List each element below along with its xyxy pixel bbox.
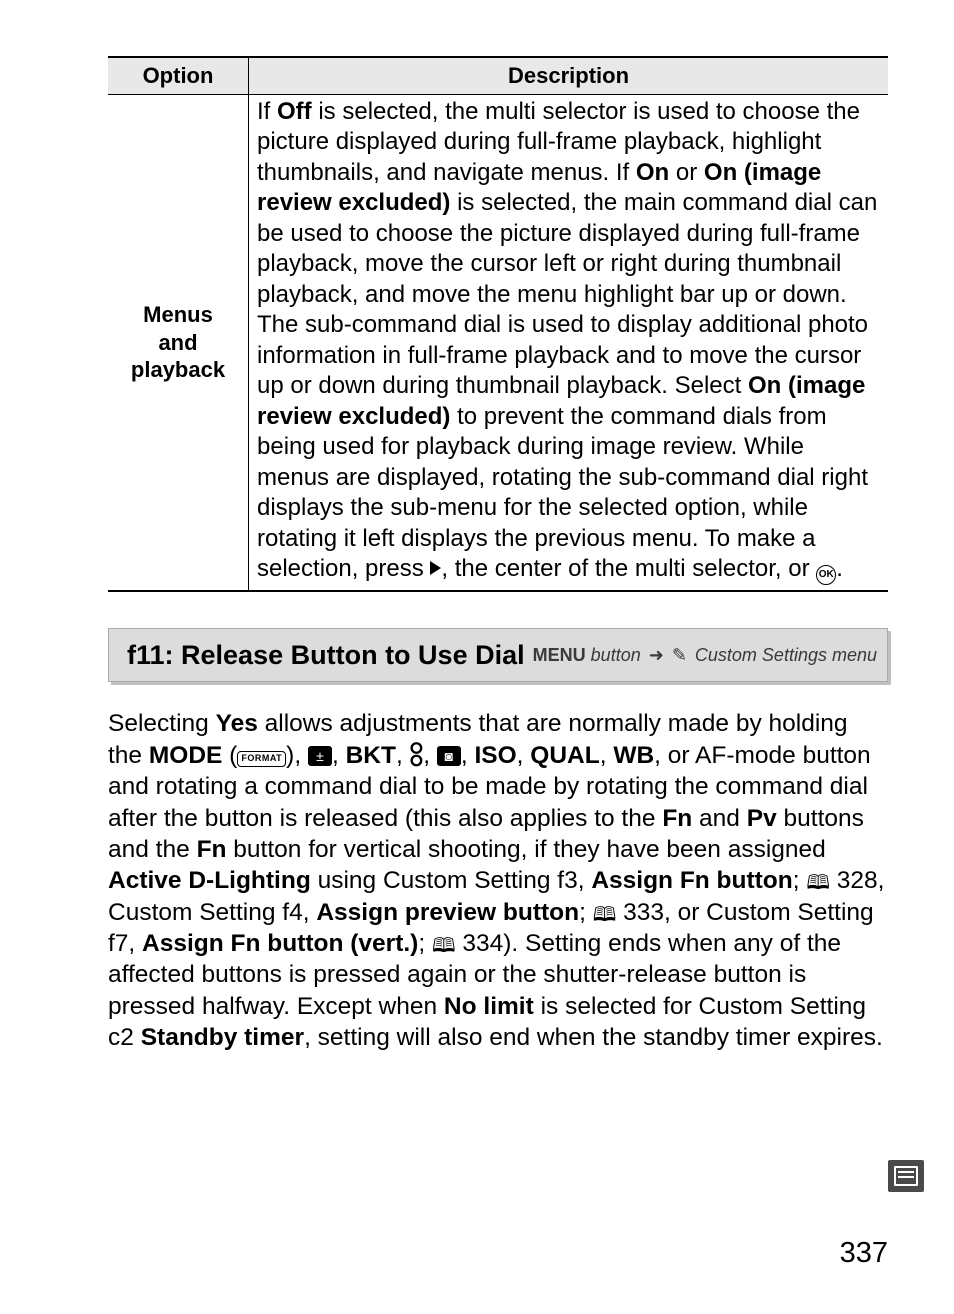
custom-settings-tab-icon (888, 1160, 924, 1192)
book-icon: 🕮 (806, 871, 830, 897)
iso-label: ISO (474, 742, 516, 769)
fn-label: Fn (662, 805, 692, 832)
comma: , (517, 742, 531, 769)
option-cell: Menus and playback (108, 94, 249, 591)
section-header-bar: f11: Release Button to Use Dial MENU but… (108, 628, 888, 682)
section-breadcrumb: MENU button ➜ ✎ Custom Settings menu (533, 645, 877, 666)
menu-label: MENU (533, 645, 586, 665)
option-line2: and (158, 330, 197, 355)
desc-text: is selected, the main command dial can b… (257, 189, 877, 399)
body-text: , setting will also end when the standby… (304, 1024, 883, 1051)
comma: , (294, 742, 308, 769)
description-cell: If Off is selected, the multi selector i… (249, 94, 889, 591)
assign-fn-button: Assign Fn button (591, 867, 792, 894)
yes-bold: Yes (216, 710, 258, 737)
comma: , (600, 742, 614, 769)
desc-text: , the center of the multi selector, or (441, 555, 816, 582)
body-paragraph: Selecting Yes allows adjustments that ar… (108, 708, 888, 1053)
col-header-option: Option (108, 57, 249, 94)
desc-text: If (257, 98, 277, 125)
fn-label: Fn (197, 836, 227, 863)
pencil-icon: ✎ (672, 645, 687, 666)
comma: , (423, 742, 437, 769)
option-line3: playback (131, 357, 225, 382)
bkt-label: BKT (346, 742, 396, 769)
book-icon: 🕮 (432, 934, 456, 960)
right-triangle-icon (430, 554, 441, 584)
body-text: button for vertical shooting, if they ha… (227, 836, 826, 863)
format-icon: FORMAT (237, 751, 286, 767)
option-line1: Menus (143, 302, 213, 327)
qual-label: QUAL (530, 742, 599, 769)
flash-icon: ⯼ (410, 742, 424, 769)
comma: , (332, 742, 346, 769)
comma: , (396, 742, 410, 769)
option-description-table: Option Description Menus and playback If… (108, 56, 888, 592)
desc-off: Off (277, 98, 312, 125)
no-limit: No limit (444, 993, 534, 1020)
desc-text: or (669, 159, 704, 186)
active-d-lighting: Active D-Lighting (108, 867, 311, 894)
desc-on: On (636, 159, 669, 186)
table-row: Menus and playback If Off is selected, t… (108, 94, 888, 591)
custom-settings-label: Custom Settings menu (695, 645, 877, 666)
assign-fn-vert: Assign Fn button (vert.) (142, 930, 418, 957)
semi: ; (793, 867, 807, 894)
body-text: Selecting (108, 710, 216, 737)
assign-preview-button: Assign preview button (316, 899, 579, 926)
wb-label: WB (613, 742, 654, 769)
body-text: using Custom Setting f3, (311, 867, 592, 894)
comma: , (461, 742, 475, 769)
button-word: button (586, 645, 641, 665)
standby-timer: Standby timer (141, 1024, 304, 1051)
section-title: f11: Release Button to Use Dial (127, 640, 525, 671)
semi: ; (579, 899, 593, 926)
desc-text: . (836, 555, 843, 582)
exposure-comp-icon: ± (308, 746, 332, 766)
semi: ; (418, 930, 432, 957)
mode-button-label: MODE (149, 742, 223, 769)
col-header-description: Description (249, 57, 889, 94)
arrow-icon: ➜ (649, 645, 664, 666)
metering-icon: ◙ (437, 746, 461, 766)
body-text: and (692, 805, 747, 832)
ok-icon: OK (816, 565, 836, 585)
page-number: 337 (840, 1237, 888, 1270)
pv-label: Pv (747, 805, 777, 832)
book-icon: 🕮 (593, 903, 617, 929)
